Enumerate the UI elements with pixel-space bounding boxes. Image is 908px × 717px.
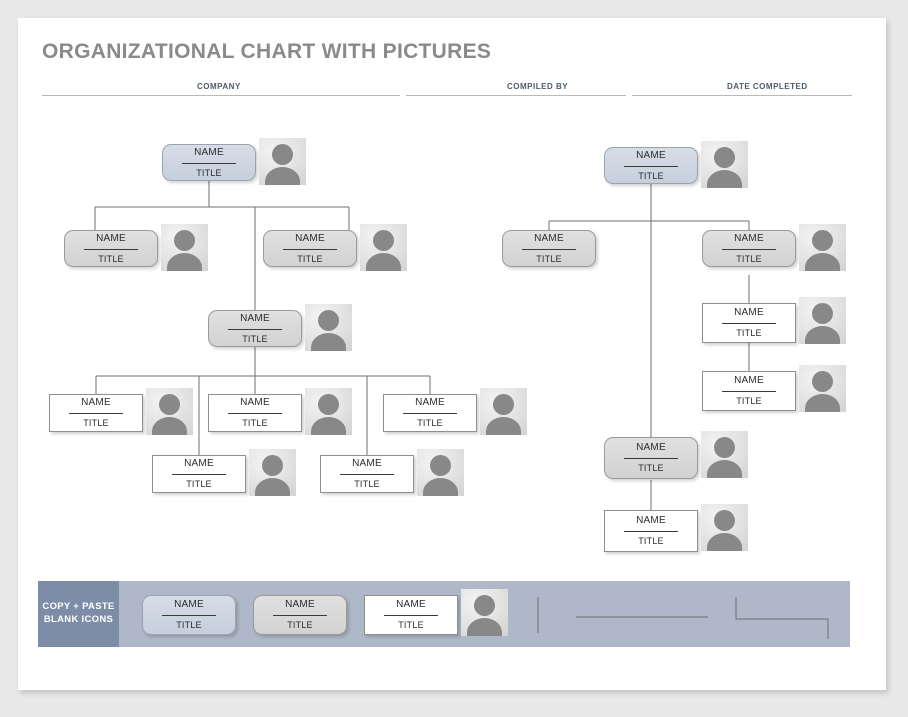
photo-placeholder-icon[interactable] xyxy=(701,504,748,551)
node-divider xyxy=(624,531,678,532)
org-node-L4b[interactable]: NAME TITLE xyxy=(208,394,302,432)
photo-placeholder-icon[interactable] xyxy=(305,388,352,435)
node-divider xyxy=(722,248,776,250)
node-divider xyxy=(283,248,337,250)
sample-elbow-bracket xyxy=(735,597,829,639)
node-name: NAME xyxy=(81,397,111,408)
node-divider xyxy=(403,413,457,414)
palette-label-line1: COPY + PASTE xyxy=(42,601,115,613)
palette-label: COPY + PASTE BLANK ICONS xyxy=(38,581,119,647)
node-name: NAME xyxy=(415,397,445,408)
org-node-L1[interactable]: NAME TITLE xyxy=(162,144,256,181)
photo-placeholder-icon[interactable] xyxy=(480,388,527,435)
photo-placeholder-icon[interactable] xyxy=(701,141,748,188)
node-name: NAME xyxy=(295,232,325,244)
org-node-L5b[interactable]: NAME TITLE xyxy=(320,455,414,493)
node-divider xyxy=(69,413,123,414)
photo-placeholder-icon[interactable] xyxy=(417,449,464,496)
photo-placeholder-icon[interactable] xyxy=(249,449,296,496)
node-divider xyxy=(340,474,394,475)
node-title: TITLE xyxy=(196,167,222,178)
photo-placeholder-icon[interactable] xyxy=(799,224,846,271)
node-divider xyxy=(162,615,216,616)
photo-placeholder-icon[interactable] xyxy=(799,365,846,412)
org-node-L2a[interactable]: NAME TITLE xyxy=(64,230,158,267)
node-title: TITLE xyxy=(638,463,664,473)
node-title: TITLE xyxy=(242,333,268,344)
photo-placeholder-icon[interactable] xyxy=(360,224,407,271)
node-name: NAME xyxy=(285,599,315,610)
node-name: NAME xyxy=(352,458,382,469)
palette-node-gray[interactable]: NAME TITLE xyxy=(253,595,347,635)
node-name: NAME xyxy=(636,442,666,453)
node-name: NAME xyxy=(734,307,764,318)
org-node-R4[interactable]: NAME TITLE xyxy=(702,371,796,411)
org-node-R6[interactable]: NAME TITLE xyxy=(604,510,698,552)
org-node-R5[interactable]: NAME TITLE xyxy=(604,437,698,479)
node-divider xyxy=(228,413,282,414)
node-name: NAME xyxy=(396,599,426,610)
org-node-L2b[interactable]: NAME TITLE xyxy=(263,230,357,267)
node-title: TITLE xyxy=(398,620,424,630)
node-title: TITLE xyxy=(638,536,664,546)
node-title: TITLE xyxy=(736,396,762,406)
node-name: NAME xyxy=(240,312,270,324)
palette-connector-samples[interactable] xyxy=(528,587,848,643)
palette-node-white[interactable]: NAME TITLE xyxy=(364,595,458,635)
org-node-L4c[interactable]: NAME TITLE xyxy=(383,394,477,432)
photo-placeholder-icon[interactable] xyxy=(305,304,352,351)
node-title: TITLE xyxy=(176,620,202,630)
photo-placeholder-icon[interactable] xyxy=(259,138,306,185)
node-title: TITLE xyxy=(297,253,323,264)
node-name: NAME xyxy=(734,375,764,386)
node-title: TITLE xyxy=(186,479,212,489)
node-divider xyxy=(722,391,776,392)
blank-icons-palette: COPY + PASTE BLANK ICONS NAME TITLE NAME… xyxy=(38,581,850,647)
photo-placeholder-icon[interactable] xyxy=(161,224,208,271)
node-title: TITLE xyxy=(736,253,762,264)
palette-label-line2: BLANK ICONS xyxy=(43,614,114,625)
node-name: NAME xyxy=(194,146,224,158)
palette-node-blue[interactable]: NAME TITLE xyxy=(142,595,236,635)
node-name: NAME xyxy=(636,149,666,161)
node-name: NAME xyxy=(184,458,214,469)
node-title: TITLE xyxy=(638,170,664,181)
node-title: TITLE xyxy=(736,328,762,338)
node-divider xyxy=(522,248,576,250)
node-name: NAME xyxy=(636,515,666,526)
org-node-R2a[interactable]: NAME TITLE xyxy=(502,230,596,267)
palette-photo-placeholder-icon[interactable] xyxy=(461,589,508,636)
node-name: NAME xyxy=(174,599,204,610)
node-divider xyxy=(182,162,236,164)
org-node-L3[interactable]: NAME TITLE xyxy=(208,310,302,347)
document-page: ORGANIZATIONAL CHART WITH PICTURES COMPA… xyxy=(18,18,886,690)
node-divider xyxy=(228,328,282,330)
org-node-L4a[interactable]: NAME TITLE xyxy=(49,394,143,432)
node-name: NAME xyxy=(734,232,764,244)
photo-placeholder-icon[interactable] xyxy=(701,431,748,478)
node-name: NAME xyxy=(534,232,564,244)
node-divider xyxy=(624,458,678,459)
node-title: TITLE xyxy=(417,418,443,428)
node-name: NAME xyxy=(96,232,126,244)
node-title: TITLE xyxy=(242,418,268,428)
org-node-R1[interactable]: NAME TITLE xyxy=(604,147,698,184)
node-divider xyxy=(624,165,678,167)
photo-placeholder-icon[interactable] xyxy=(799,297,846,344)
node-title: TITLE xyxy=(83,418,109,428)
node-divider xyxy=(722,323,776,324)
org-node-L5a[interactable]: NAME TITLE xyxy=(152,455,246,493)
node-name: NAME xyxy=(240,397,270,408)
node-divider xyxy=(273,615,327,616)
node-title: TITLE xyxy=(98,253,124,264)
node-divider xyxy=(84,248,138,250)
node-title: TITLE xyxy=(287,620,313,630)
node-title: TITLE xyxy=(354,479,380,489)
node-divider xyxy=(172,474,226,475)
org-node-R3[interactable]: NAME TITLE xyxy=(702,303,796,343)
node-divider xyxy=(384,615,438,616)
node-title: TITLE xyxy=(536,253,562,264)
photo-placeholder-icon[interactable] xyxy=(146,388,193,435)
org-node-R2b[interactable]: NAME TITLE xyxy=(702,230,796,267)
